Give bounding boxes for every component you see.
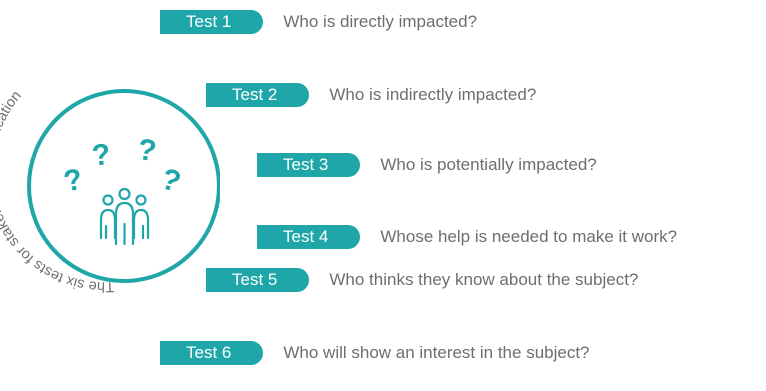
test-4-label: Test 4 [257,225,361,249]
test-4-question: Whose help is needed to make it work? [380,227,678,246]
people-group-icon [99,187,150,246]
test-row-5: Test 5 Who thinks they know about the su… [206,267,638,293]
test-1-label: Test 1 [160,10,264,34]
stakeholder-circle: The six tests for stakeholder identifica… [0,88,220,294]
test-6-label: Test 6 [160,341,264,365]
test-row-3: Test 3 Who is potentially impacted? [257,152,597,178]
test-1-question: Who is directly impacted? [283,12,478,31]
test-row-2: Test 2 Who is indirectly impacted? [206,82,536,108]
svg-text:?: ? [136,133,159,168]
test-row-1: Test 1 Who is directly impacted? [160,9,477,35]
test-5-question: Who thinks they know about the subject? [329,270,639,289]
test-2-label: Test 2 [206,83,310,107]
circle-ring [27,89,220,283]
test-3-question: Who is potentially impacted? [380,155,597,174]
stakeholder-tests-diagram: The six tests for stakeholder identifica… [0,0,766,391]
svg-text:?: ? [157,162,185,199]
svg-text:?: ? [61,163,86,199]
svg-text:?: ? [90,138,112,173]
test-3-label: Test 3 [257,153,361,177]
test-row-4: Test 4 Whose help is needed to make it w… [257,224,677,250]
test-6-question: Who will show an interest in the subject… [283,343,590,362]
test-2-question: Who is indirectly impacted? [329,85,537,104]
test-row-6: Test 6 Who will show an interest in the … [160,340,590,366]
test-5-label: Test 5 [206,268,310,292]
